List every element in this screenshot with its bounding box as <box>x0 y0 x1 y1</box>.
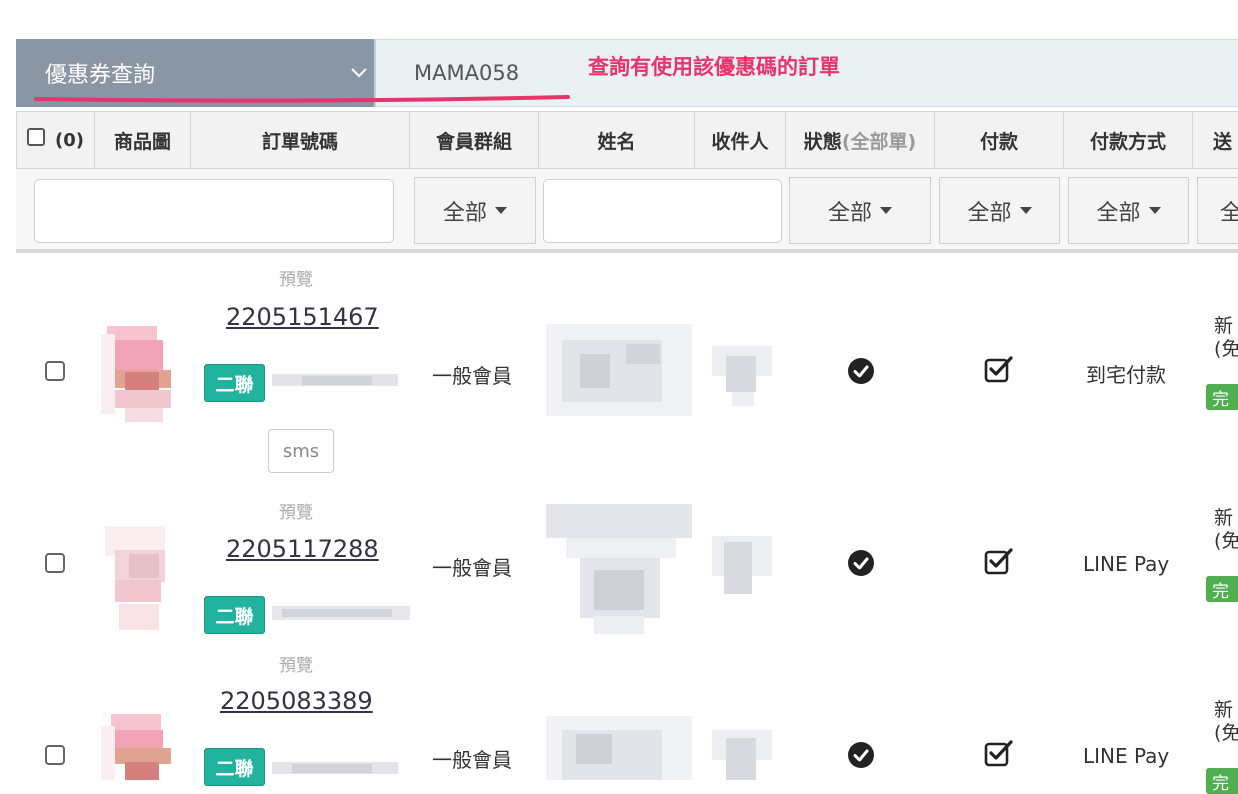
payment-method-cell: LINE Pay <box>1083 552 1170 576</box>
header-shipping[interactable]: 送 <box>1193 111 1238 169</box>
caret-down-icon <box>880 207 892 214</box>
annotation-underline <box>34 95 570 103</box>
caret-down-icon <box>495 207 507 214</box>
payment-filter-dropdown[interactable]: 全部 <box>939 177 1060 244</box>
member-group-cell: 一般會員 <box>432 748 512 772</box>
check-circle-icon <box>848 550 874 576</box>
order-number-link[interactable]: 2205151467 <box>226 303 379 331</box>
coupon-query-label: 優惠券查詢 <box>45 63 156 88</box>
order-no-filter-input[interactable] <box>34 179 394 243</box>
header-name[interactable]: 姓名 <box>539 111 695 169</box>
header-status[interactable]: 狀態 (全部單) <box>786 111 935 169</box>
status-filter-value: 全部 <box>827 200 872 226</box>
checkbox-checked-icon <box>984 548 1013 575</box>
shipping-line-1: 新 <box>1214 699 1234 721</box>
status-filter-dropdown[interactable]: 全部 <box>789 177 931 244</box>
payment-method-cell: LINE Pay <box>1083 744 1170 768</box>
check-circle-icon <box>848 742 874 768</box>
invoice-badge: 二聯 <box>204 748 265 786</box>
shipping-status-badge: 完 <box>1206 768 1238 794</box>
preview-link[interactable]: 預覽 <box>279 265 313 290</box>
header-payment-method[interactable]: 付款方式 <box>1064 111 1193 169</box>
product-thumbnail[interactable] <box>97 312 181 456</box>
sms-button[interactable]: sms <box>268 429 334 473</box>
product-thumbnail[interactable] <box>97 520 181 650</box>
order-number-link[interactable]: 2205117288 <box>226 535 379 563</box>
header-payment[interactable]: 付款 <box>935 111 1064 169</box>
blurred-recipient <box>712 730 772 780</box>
check-circle-icon <box>848 358 874 384</box>
member-group-cell: 一般會員 <box>432 364 512 388</box>
preview-link[interactable]: 預覽 <box>279 651 313 676</box>
blurred-name <box>546 504 692 634</box>
header-order-no[interactable]: 訂單號碼 <box>191 111 410 169</box>
shipping-status-badge: 完 <box>1206 384 1238 410</box>
row-checkbox[interactable] <box>45 745 65 765</box>
payment-method-filter-value: 全部 <box>1096 200 1141 226</box>
blurred-recipient <box>712 536 772 600</box>
blurred-text <box>272 372 398 388</box>
invoice-badge: 二聯 <box>204 596 265 634</box>
blurred-name <box>546 324 692 416</box>
order-number-link[interactable]: 2205083389 <box>220 687 373 715</box>
shipping-filter-dropdown[interactable]: 全 <box>1197 177 1238 244</box>
product-thumbnail[interactable] <box>97 700 181 780</box>
shipping-line-2: (免 <box>1214 722 1238 744</box>
caret-down-icon <box>1148 207 1161 214</box>
header-status-label: 狀態 <box>803 130 842 153</box>
blurred-text <box>272 604 410 622</box>
shipping-line-2: (免 <box>1214 338 1238 360</box>
member-group-filter-value: 全部 <box>442 200 487 226</box>
shipping-line-1: 新 <box>1214 507 1234 529</box>
row-checkbox[interactable] <box>45 553 65 573</box>
payment-filter-value: 全部 <box>967 200 1012 226</box>
blurred-text <box>272 760 398 776</box>
name-filter-input[interactable] <box>543 179 782 243</box>
header-status-hint: (全部單) <box>841 130 917 153</box>
checkbox-checked-icon <box>984 740 1013 767</box>
header-member-group[interactable]: 會員群組 <box>410 111 539 169</box>
payment-method-cell: 到宅付款 <box>1086 363 1166 387</box>
invoice-badge: 二聯 <box>204 364 265 402</box>
shipping-line-2: (免 <box>1214 530 1238 552</box>
select-all-checkbox[interactable] <box>27 128 45 146</box>
selected-count: (0) <box>55 130 84 151</box>
row-checkbox[interactable] <box>45 361 65 381</box>
shipping-status-badge: 完 <box>1206 576 1238 602</box>
shipping-filter-value: 全 <box>1220 200 1238 226</box>
caret-down-icon <box>1019 207 1032 214</box>
blurred-recipient <box>712 346 772 408</box>
coupon-code-value: MAMA058 <box>414 61 520 85</box>
chevron-down-icon <box>351 68 367 78</box>
payment-method-filter-dropdown[interactable]: 全部 <box>1068 177 1189 244</box>
checkbox-checked-icon <box>984 356 1013 383</box>
blurred-name <box>546 716 692 780</box>
header-image[interactable]: 商品圖 <box>95 111 191 169</box>
member-group-filter-dropdown[interactable]: 全部 <box>414 177 536 244</box>
header-recipient[interactable]: 收件人 <box>695 111 786 169</box>
member-group-cell: 一般會員 <box>432 556 512 580</box>
shipping-line-1: 新 <box>1214 315 1234 337</box>
preview-link[interactable]: 預覽 <box>279 498 313 523</box>
annotation-text: 查詢有使用該優惠碼的訂單 <box>588 55 840 79</box>
